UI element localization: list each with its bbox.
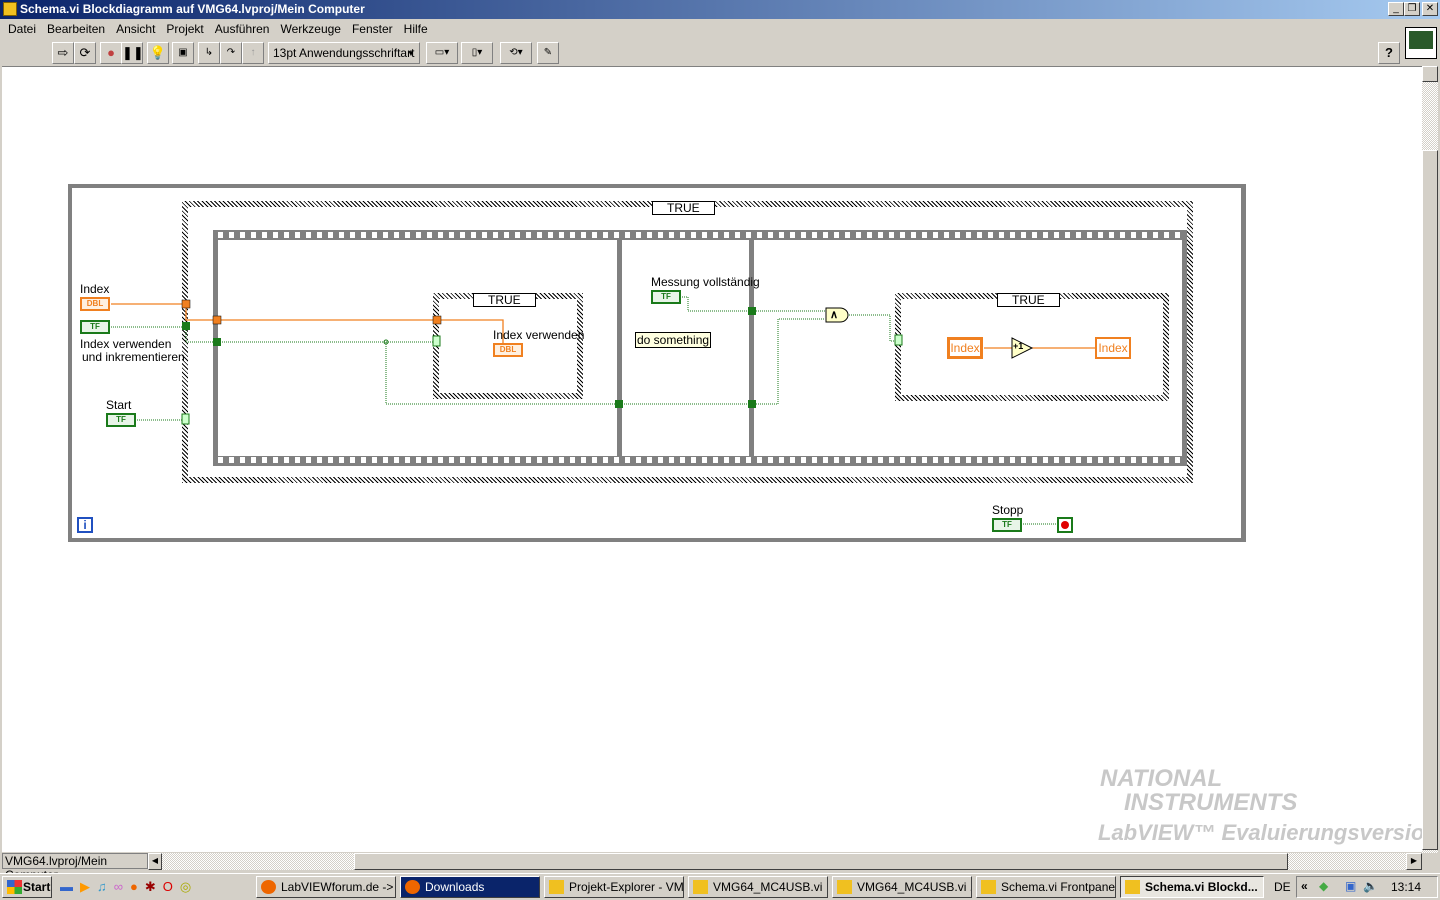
task-label: VMG64_MC4USB.vi <box>713 880 823 894</box>
start-label: Start <box>106 398 132 412</box>
index-wire <box>111 303 437 321</box>
expand-tray-icon[interactable]: « <box>1301 879 1308 893</box>
increment-symbol: +1 <box>1013 341 1024 351</box>
task-label: Schema.vi Frontpanel... <box>1001 880 1116 894</box>
task-vmg64-1[interactable]: VMG64_MC4USB.vi <box>688 876 828 898</box>
watermark-line3: LabVIEW™ Evaluierungsversion <box>1098 820 1438 845</box>
index-local-variable-read[interactable]: Index <box>947 337 983 359</box>
watermark-line1: NATIONAL <box>1100 765 1223 792</box>
task-project-explorer[interactable]: Projekt-Explorer - VM... <box>544 876 684 898</box>
context-indicator: VMG64.lvproj/Mein Computer <box>2 853 148 882</box>
measurement-label: Messung vollständig <box>651 275 760 289</box>
horizontal-scroll-thumb[interactable] <box>354 853 1288 870</box>
task-schema-blockdiagram[interactable]: Schema.vi Blockd... <box>1120 876 1264 898</box>
opera-icon[interactable]: O <box>163 879 173 895</box>
language-indicator[interactable]: DE <box>1274 880 1291 894</box>
task-label: VMG64_MC4USB.vi ... <box>857 880 972 894</box>
firefox-icon <box>405 880 420 894</box>
index-use-label: Index verwenden <box>80 337 172 351</box>
index-use-indicator-label: Index verwenden <box>493 328 585 342</box>
index-local-variable-write[interactable]: Index <box>1095 337 1131 359</box>
volume-icon[interactable]: 🔈 <box>1363 879 1378 893</box>
security-icon[interactable]: ◆ <box>1319 879 1328 893</box>
firefox-icon <box>261 880 276 894</box>
labview-icon <box>981 880 996 894</box>
labview-icon <box>693 880 708 894</box>
itunes-icon[interactable]: ♫ <box>97 879 107 895</box>
scroll-right-arrow-icon[interactable]: ▶ <box>1406 853 1422 870</box>
vertical-scrollbar[interactable] <box>1422 66 1438 853</box>
and-input-wire <box>752 318 825 405</box>
index-use-control[interactable]: TF <box>80 320 110 334</box>
index-use-label-2: und inkrementieren <box>82 350 185 364</box>
task-vmg64-2[interactable]: VMG64_MC4USB.vi ... <box>832 876 972 898</box>
start-button[interactable]: Start <box>2 876 52 898</box>
stop-label: Stopp <box>992 503 1024 517</box>
labview-icon <box>549 880 564 894</box>
task-labviewforum[interactable]: LabVIEWforum.de -> ... <box>256 876 396 898</box>
messenger-icon[interactable]: ∞ <box>114 879 123 895</box>
clock[interactable]: 13:14 <box>1391 880 1421 894</box>
task-label: Projekt-Explorer - VM... <box>569 880 684 894</box>
comment-label[interactable]: do something <box>635 332 712 348</box>
cd-icon[interactable]: ◎ <box>180 879 191 895</box>
index-control[interactable]: DBL <box>80 297 110 311</box>
bug-icon[interactable]: ✱ <box>145 879 156 895</box>
network-icon[interactable]: ▣ <box>1345 879 1356 893</box>
stop-control[interactable]: TF <box>992 518 1022 532</box>
task-schema-frontpanel[interactable]: Schema.vi Frontpanel... <box>976 876 1116 898</box>
windows-logo-icon <box>7 880 22 894</box>
scroll-left-arrow-icon[interactable]: ◀ <box>148 853 162 870</box>
task-label: Downloads <box>425 880 485 894</box>
index-indicator[interactable]: DBL <box>493 343 523 357</box>
stop-icon <box>1061 521 1069 529</box>
ni-watermark: NATIONAL INSTRUMENTS LabVIEW™ Evaluierun… <box>1098 765 1438 845</box>
iteration-terminal: i <box>77 517 93 533</box>
task-downloads[interactable]: Downloads <box>400 876 540 898</box>
labview-icon <box>1125 880 1140 894</box>
measurement-control[interactable]: TF <box>651 290 681 304</box>
watermark-line2: INSTRUMENTS <box>1124 789 1298 816</box>
firefox-icon[interactable]: ● <box>130 879 138 895</box>
quick-launch: ▬ ▶ ♫ ∞ ● ✱ O ◎ <box>60 879 191 895</box>
task-label: Schema.vi Blockd... <box>1145 880 1258 894</box>
wires <box>111 296 1095 533</box>
desktop-icon[interactable]: ▬ <box>60 879 73 895</box>
system-tray: « ◆ ▣ 🔈 13:14 <box>1296 876 1438 898</box>
media-player-icon[interactable]: ▶ <box>80 879 90 895</box>
start-control[interactable]: TF <box>106 413 136 427</box>
and-symbol: ∧ <box>830 309 839 321</box>
bool-wire <box>385 342 752 405</box>
task-label: LabVIEWforum.de -> ... <box>281 880 396 894</box>
and-output-wire <box>849 314 897 342</box>
labview-icon <box>837 880 852 894</box>
index-label: Index <box>80 282 110 296</box>
start-label: Start <box>23 880 51 894</box>
